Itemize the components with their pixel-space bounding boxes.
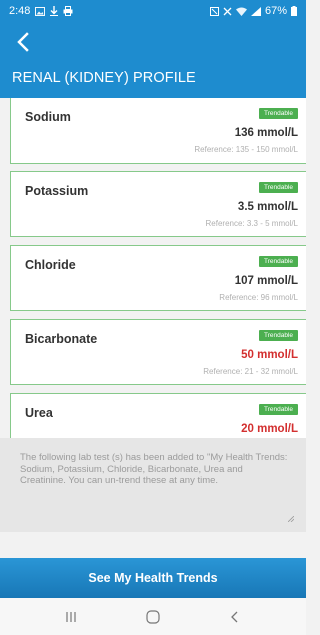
recents-icon <box>66 611 76 622</box>
battery-percent: 67% <box>264 5 287 17</box>
trend-notice-text: The following lab test (s) has been adde… <box>20 452 288 486</box>
battery-icon <box>291 6 297 16</box>
mute-icon <box>209 6 219 16</box>
test-value: 50 mmol/L <box>241 349 298 361</box>
download-icon <box>50 6 59 16</box>
gallery-icon <box>35 6 46 16</box>
test-reference: Reference: 96 mmol/L <box>219 293 298 302</box>
lab-test-card-urea[interactable]: Urea Trendable 20 mmol/L <box>10 393 306 438</box>
app-header: RENAL (KIDNEY) PROFILE <box>0 22 306 98</box>
lab-test-card-chloride[interactable]: Chloride Trendable 107 mmol/L Reference:… <box>10 245 306 311</box>
test-name: Potassium <box>25 184 89 198</box>
test-name: Bicarbonate <box>25 332 98 346</box>
resize-grip-icon[interactable] <box>288 516 294 522</box>
signal-icon <box>250 6 261 16</box>
trendable-badge: Trendable <box>258 182 298 193</box>
trendable-badge: Trendable <box>258 330 298 341</box>
status-bar: 2:48 67% <box>0 0 306 22</box>
lab-test-card-sodium[interactable]: Sodium Trendable 136 mmol/L Reference: 1… <box>10 98 306 164</box>
test-value: 136 mmol/L <box>234 127 298 139</box>
test-value: 107 mmol/L <box>234 275 298 287</box>
test-name: Chloride <box>25 258 76 272</box>
trendable-badge: Trendable <box>258 404 298 415</box>
test-value: 3.5 mmol/L <box>237 201 298 213</box>
test-name: Sodium <box>25 110 71 124</box>
nfc-icon <box>223 7 232 15</box>
lab-test-card-bicarbonate[interactable]: Bicarbonate Trendable 50 mmol/L Referenc… <box>10 319 306 385</box>
page-title: RENAL (KIDNEY) PROFILE <box>12 70 196 86</box>
home-icon <box>146 609 160 624</box>
recents-button[interactable] <box>53 605 89 629</box>
system-back-button[interactable] <box>217 605 253 629</box>
status-left: 2:48 <box>9 5 73 17</box>
lab-test-card-potassium[interactable]: Potassium Trendable 3.5 mmol/L Reference… <box>10 171 306 237</box>
status-time: 2:48 <box>9 5 31 17</box>
trendable-badge: Trendable <box>258 108 298 119</box>
test-value: 20 mmol/L <box>241 423 298 435</box>
lab-results-list[interactable]: Sodium Trendable 136 mmol/L Reference: 1… <box>0 98 306 438</box>
system-nav-bar <box>0 598 306 635</box>
print-icon <box>63 6 73 16</box>
test-reference: Reference: 135 - 150 mmol/L <box>194 145 298 154</box>
chevron-left-icon <box>17 32 29 52</box>
test-reference: Reference: 21 - 32 mmol/L <box>203 367 298 376</box>
test-name: Urea <box>25 406 53 420</box>
status-right: 67% <box>209 5 297 17</box>
back-button[interactable] <box>12 30 36 54</box>
trendable-badge: Trendable <box>258 256 298 267</box>
wifi-icon <box>235 7 247 16</box>
home-button[interactable] <box>135 605 171 629</box>
back-icon <box>231 611 238 622</box>
trend-notice-textarea[interactable]: The following lab test (s) has been adde… <box>0 438 306 532</box>
see-health-trends-button[interactable]: See My Health Trends <box>0 558 306 598</box>
test-reference: Reference: 3.3 - 5 mmol/L <box>205 219 298 228</box>
